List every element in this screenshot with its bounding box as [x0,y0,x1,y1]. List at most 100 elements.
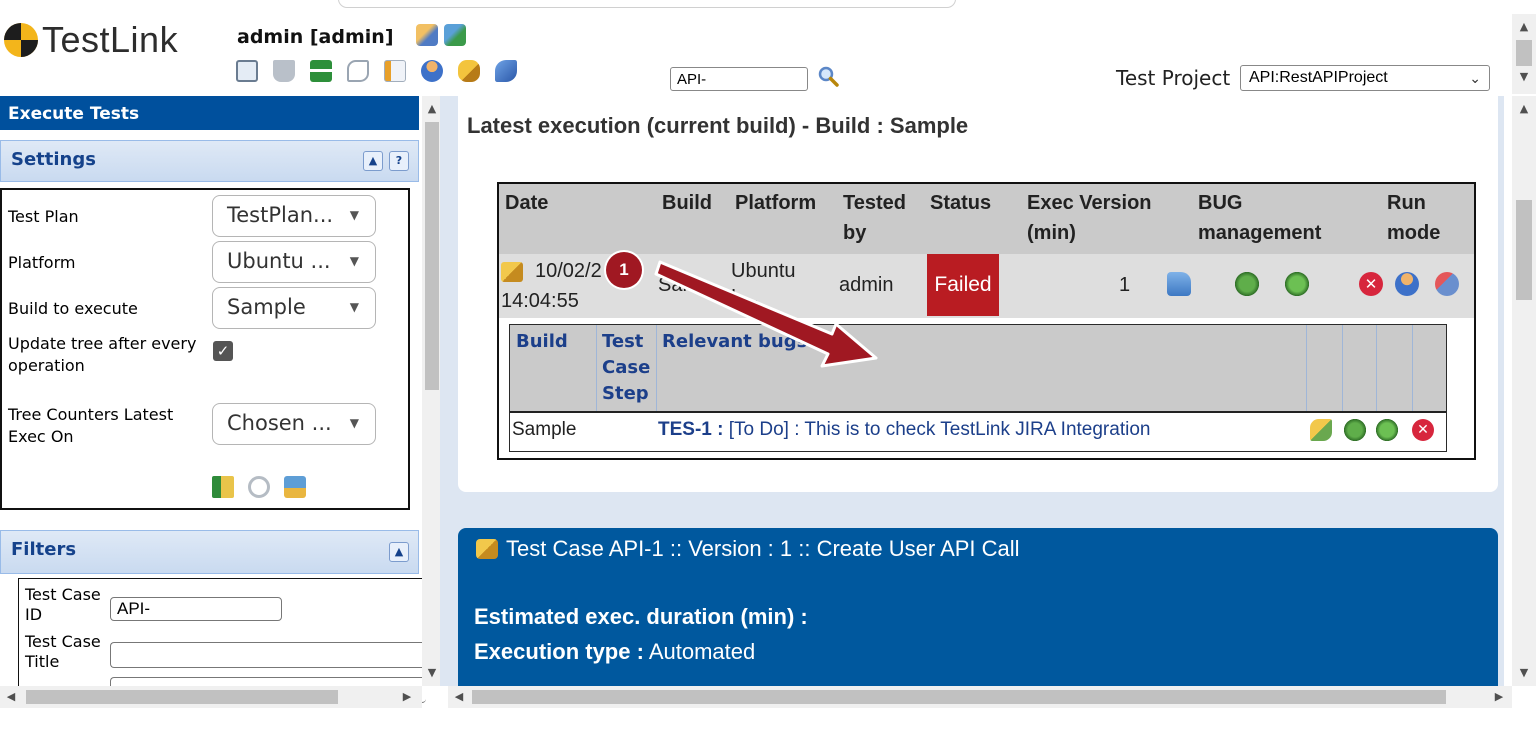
tree-counters-select[interactable]: Chosen ... ▼ [212,403,376,445]
settings-action-icons [212,476,306,498]
events-icon[interactable] [458,60,480,82]
test-plan-label: Test Plan [8,207,79,226]
scroll-up-icon[interactable]: ▲ [423,100,441,118]
scroll-up-icon[interactable]: ▲ [1515,18,1533,36]
callout-arrow [654,260,878,368]
test-spec-icon[interactable] [310,60,332,82]
collapse-icon[interactable]: ▲ [363,151,383,171]
col-bug-management: BUG management [1198,192,1322,244]
users-icon[interactable] [421,60,443,82]
testcase-icon [476,539,498,559]
testcase-title[interactable]: Test Case API-1 :: Version : 1 :: Create… [476,536,1020,562]
testlink-logo[interactable]: TestLink [4,19,178,60]
main-toolbar [236,60,517,82]
tc-id-input[interactable]: API- [110,597,282,621]
status-badge: Failed [927,254,999,316]
user-actions [416,24,466,46]
divider [1342,325,1343,411]
test-project-label: Test Project [1116,66,1231,90]
bug-icon[interactable] [1344,419,1366,441]
test-project-value: API:RestAPIProject [1249,69,1388,86]
tc-id-label: Test Case ID [25,585,101,624]
add-bug-icon[interactable] [1235,272,1259,296]
create-bug-icon[interactable] [1285,272,1309,296]
folder-icon[interactable] [1167,272,1191,296]
scroll-right-icon[interactable]: ▶ [398,688,416,706]
build-value: Sample [227,295,306,319]
scroll-up-icon[interactable]: ▲ [1515,100,1533,118]
col-status: Status [930,192,992,214]
tree-counters-label: Tree Counters Latest Exec On [8,405,174,446]
col-build: Build [662,192,712,214]
scroll-left-icon[interactable]: ◀ [2,688,20,706]
delete-bug-icon[interactable]: ✕ [1412,419,1434,441]
search-icon[interactable] [816,64,840,88]
settings-title: Settings [11,149,96,170]
dropdown-arrow-icon: ▼ [349,416,359,430]
platform-select[interactable]: Ubuntu ... ▼ [212,241,376,283]
divider [1376,325,1377,411]
left-panel-scrollbar[interactable]: ▲ ▼ [422,96,442,686]
test-plan-value: TestPlan... [227,203,334,227]
scroll-down-icon[interactable]: ▼ [1515,68,1533,86]
delete-icon[interactable]: ✕ [1359,272,1383,296]
col-exec-version: Exec Version (min) [1027,192,1152,244]
tc-title-label: Test Case Title [25,632,101,671]
scroll-thumb[interactable] [425,122,439,390]
export-icon[interactable] [212,476,234,498]
logout-icon[interactable] [444,24,466,46]
filters-title: Filters [11,539,77,560]
logo-icon [4,23,38,57]
dropdown-arrow-icon: ▼ [349,300,359,314]
testcase-panel: Test Case API-1 :: Version : 1 :: Create… [458,528,1498,688]
scroll-thumb[interactable] [26,690,338,704]
col-platform: Platform [735,192,817,214]
exec-time: 14:04:55 [501,290,579,312]
scroll-down-icon[interactable]: ▼ [423,664,441,682]
build-select[interactable]: Sample ▼ [212,287,376,329]
address-bar[interactable] [338,0,956,8]
scroll-right-icon[interactable]: ▶ [1490,688,1508,706]
scroll-left-icon[interactable]: ◀ [450,688,468,706]
requirements-icon[interactable] [347,60,369,82]
cart-icon[interactable] [273,60,295,82]
bug-build: Sample [512,419,577,440]
main-scrollbar[interactable]: ▲ ▼ [1512,96,1536,686]
scroll-thumb[interactable] [1516,40,1532,66]
duration-label: Estimated exec. duration (min) : [474,604,808,629]
edit-note-icon[interactable] [501,262,523,282]
refresh-icon[interactable] [248,476,270,498]
scroll-thumb[interactable] [1516,200,1532,300]
test-project-select[interactable]: API:RestAPIProject ⌄ [1240,65,1490,91]
current-user: admin [admin] [237,26,394,48]
col-run-mode: Run mode [1387,192,1441,244]
main-hscrollbar[interactable]: ◀ ▶ [448,686,1512,708]
collapse-icon[interactable]: ▲ [389,542,409,562]
user-icon[interactable] [1395,272,1419,296]
run-icon[interactable] [1435,272,1459,296]
left-panel-hscrollbar[interactable]: ◀ ▶ [0,686,422,708]
my-settings-icon[interactable] [416,24,438,46]
plugins-icon[interactable] [495,60,517,82]
edit-bug-icon[interactable] [1310,419,1332,441]
test-plan-icon[interactable] [384,60,406,82]
testcase-search-input[interactable]: API- [670,67,808,91]
header-scrollbar[interactable]: ▲ ▼ [1512,14,1536,94]
filters-header[interactable]: Filters ▲ [0,530,419,574]
bug-link[interactable]: TES-1 : [To Do] : This is to check TestL… [658,417,1150,443]
exec-date: 10/02/2 [535,260,602,282]
add-bug-icon[interactable] [1376,419,1398,441]
build-label: Build to execute [8,299,138,318]
home-icon[interactable] [236,60,258,82]
scroll-thumb[interactable] [472,690,1446,704]
help-icon[interactable]: ? [389,151,409,171]
dropdown-arrow-icon: ▼ [349,208,359,222]
platform-label: Platform [8,253,76,272]
execute-icon[interactable] [284,476,306,498]
settings-header[interactable]: Settings ▲ ? [0,140,419,182]
tree-counters-value: Chosen ... [227,411,332,435]
update-tree-checkbox[interactable]: ✓ [213,341,233,361]
scroll-down-icon[interactable]: ▼ [1515,664,1533,682]
tc-title-input[interactable] [110,642,426,668]
test-plan-select[interactable]: TestPlan... ▼ [212,195,376,237]
